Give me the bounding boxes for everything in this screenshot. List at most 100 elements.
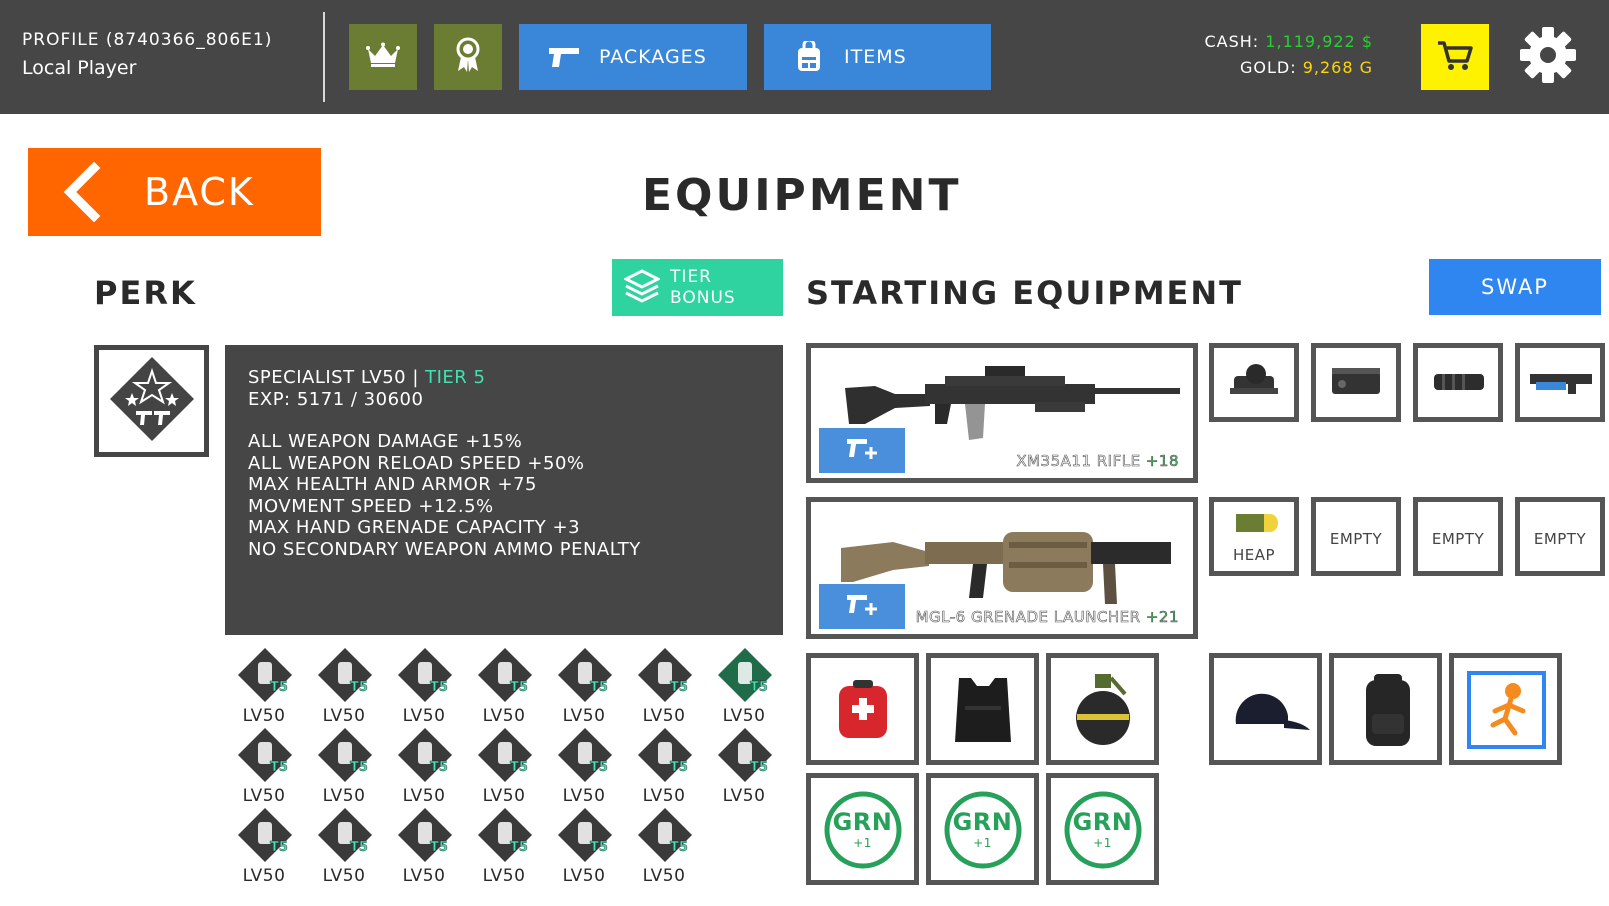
badge-level: LV50 bbox=[402, 866, 446, 886]
backpack-icon bbox=[792, 41, 826, 72]
secondary-weapon-slot[interactable]: MGL-6 GRENADE LAUNCHER +21 bbox=[806, 497, 1198, 639]
perk-badge[interactable]: T5 LV50 bbox=[386, 646, 462, 726]
packages-button[interactable]: PACKAGES bbox=[519, 24, 747, 90]
empty-label: EMPTY bbox=[1431, 530, 1485, 548]
specialist-icon bbox=[108, 355, 196, 447]
tier-tag: T5 bbox=[670, 680, 688, 695]
gold-label: GOLD: bbox=[1239, 58, 1297, 77]
perk-badge[interactable]: T5 LV50 bbox=[226, 646, 302, 726]
perk-badge[interactable]: T5 LV50 bbox=[546, 806, 622, 886]
badge-level: LV50 bbox=[562, 786, 606, 806]
tier-tag: T5 bbox=[270, 840, 288, 855]
ammo-slot[interactable]: HEAP bbox=[1209, 497, 1299, 576]
starting-equipment-title: STARTING EQUIPMENT bbox=[806, 274, 1243, 312]
first-aid-kit-icon bbox=[835, 678, 891, 746]
perk-exp: EXP: 5171 / 30600 bbox=[248, 388, 424, 410]
primary-weapon-upgrade: +18 bbox=[1145, 452, 1179, 471]
cap-icon bbox=[1228, 690, 1312, 738]
gear-slot[interactable] bbox=[926, 653, 1039, 765]
tier-tag: T5 bbox=[670, 840, 688, 855]
attachment-slot[interactable] bbox=[1311, 343, 1401, 422]
tier-bonus-button[interactable]: TIER BONUS bbox=[612, 259, 783, 316]
grn-count: +1 bbox=[973, 836, 992, 850]
perk-badge[interactable]: T5 LV50 bbox=[706, 726, 782, 806]
items-button[interactable]: ITEMS bbox=[764, 24, 991, 90]
suppressor-icon bbox=[1432, 370, 1486, 398]
grenade-slot[interactable]: GRN +1 bbox=[1046, 773, 1159, 885]
gear-slot[interactable] bbox=[806, 653, 919, 765]
perk-badge[interactable]: T5 LV50 bbox=[386, 806, 462, 886]
scope-icon bbox=[1228, 362, 1280, 406]
back-button[interactable]: BACK bbox=[28, 148, 321, 236]
items-label: ITEMS bbox=[844, 46, 907, 68]
pistol-plus-icon bbox=[845, 593, 879, 621]
settings-button[interactable] bbox=[1517, 26, 1579, 88]
shop-button[interactable] bbox=[1421, 24, 1489, 90]
perk-badge[interactable]: T5 LV50 bbox=[306, 726, 382, 806]
grenade-slot[interactable]: GRN +1 bbox=[926, 773, 1039, 885]
perk-bonus: ALL WEAPON DAMAGE +15% bbox=[248, 431, 523, 452]
badge-level: LV50 bbox=[562, 866, 606, 886]
crown-icon bbox=[366, 42, 400, 72]
laser-module-icon bbox=[1328, 364, 1384, 404]
badge-level: LV50 bbox=[642, 706, 686, 726]
page-title: EQUIPMENT bbox=[642, 170, 962, 221]
cosmetic-slot[interactable] bbox=[1209, 653, 1322, 765]
heap-round-icon bbox=[1234, 510, 1278, 540]
add-weapon-button[interactable] bbox=[819, 428, 905, 473]
rank-button[interactable] bbox=[349, 24, 417, 90]
empty-attachment-slot[interactable]: EMPTY bbox=[1413, 497, 1503, 576]
character-slot[interactable] bbox=[1449, 653, 1562, 765]
cosmetic-slot[interactable] bbox=[1329, 653, 1442, 765]
packages-label: PACKAGES bbox=[599, 46, 707, 68]
perk-badge[interactable]: T5 LV50 bbox=[466, 806, 542, 886]
secondary-weapon-upgrade: +21 bbox=[1145, 608, 1179, 627]
gold-display: GOLD: 9,268 G bbox=[1240, 58, 1373, 77]
tier-tag: T5 bbox=[510, 680, 528, 695]
chevron-left-icon bbox=[54, 161, 114, 223]
achievements-button[interactable] bbox=[434, 24, 502, 90]
add-weapon-button[interactable] bbox=[819, 584, 905, 629]
empty-attachment-slot[interactable]: EMPTY bbox=[1515, 497, 1605, 576]
profile-id[interactable]: PROFILE (8740366_806E1) bbox=[22, 30, 272, 50]
tier-tag: T5 bbox=[590, 760, 608, 775]
perk-badge[interactable]: T5 LV50 bbox=[306, 646, 382, 726]
top-bar: PROFILE (8740366_806E1) Local Player PAC… bbox=[0, 0, 1609, 114]
empty-attachment-slot[interactable]: EMPTY bbox=[1311, 497, 1401, 576]
tier-tag: T5 bbox=[270, 680, 288, 695]
badge-level: LV50 bbox=[242, 786, 286, 806]
perk-badge[interactable]: T5 LV50 bbox=[546, 726, 622, 806]
perk-selector[interactable] bbox=[94, 345, 209, 457]
attachment-slot[interactable] bbox=[1515, 343, 1605, 422]
primary-weapon-slot[interactable]: XM35A11 RIFLE +18 bbox=[806, 343, 1198, 483]
perk-badge[interactable]: T5 LV50 bbox=[626, 726, 702, 806]
tier-tag: T5 bbox=[350, 680, 368, 695]
frag-grenade-icon bbox=[1075, 670, 1133, 754]
tier-tag: T5 bbox=[750, 680, 768, 695]
character-frame bbox=[1467, 671, 1546, 749]
badge-level: LV50 bbox=[322, 786, 366, 806]
perk-badge[interactable]: T5 LV50 bbox=[626, 646, 702, 726]
profile-name[interactable]: Local Player bbox=[22, 57, 136, 79]
perk-badge[interactable]: T5 LV50 bbox=[386, 726, 462, 806]
perk-name: SPECIALIST LV50 | bbox=[248, 367, 426, 388]
perk-badge[interactable]: T5 LV50 bbox=[226, 726, 302, 806]
badge-level: LV50 bbox=[402, 706, 446, 726]
attachment-slot[interactable] bbox=[1413, 343, 1503, 422]
attachment-slot[interactable] bbox=[1209, 343, 1299, 422]
perk-badge[interactable]: T5 LV50 bbox=[546, 646, 622, 726]
swap-button[interactable]: SWAP bbox=[1429, 259, 1601, 315]
tier-tag: T5 bbox=[510, 760, 528, 775]
perk-badge[interactable]: T5 LV50 bbox=[706, 646, 782, 726]
perk-badge[interactable]: T5 LV50 bbox=[466, 646, 542, 726]
perk-badge[interactable]: T5 LV50 bbox=[226, 806, 302, 886]
cash-label: CASH: bbox=[1204, 32, 1260, 51]
tier-tag: T5 bbox=[750, 760, 768, 775]
badge-level: LV50 bbox=[322, 866, 366, 886]
perk-badge[interactable]: T5 LV50 bbox=[626, 806, 702, 886]
grn-label: GRN bbox=[832, 808, 893, 836]
gear-slot[interactable] bbox=[1046, 653, 1159, 765]
grenade-slot[interactable]: GRN +1 bbox=[806, 773, 919, 885]
perk-badge[interactable]: T5 LV50 bbox=[466, 726, 542, 806]
perk-badge[interactable]: T5 LV50 bbox=[306, 806, 382, 886]
